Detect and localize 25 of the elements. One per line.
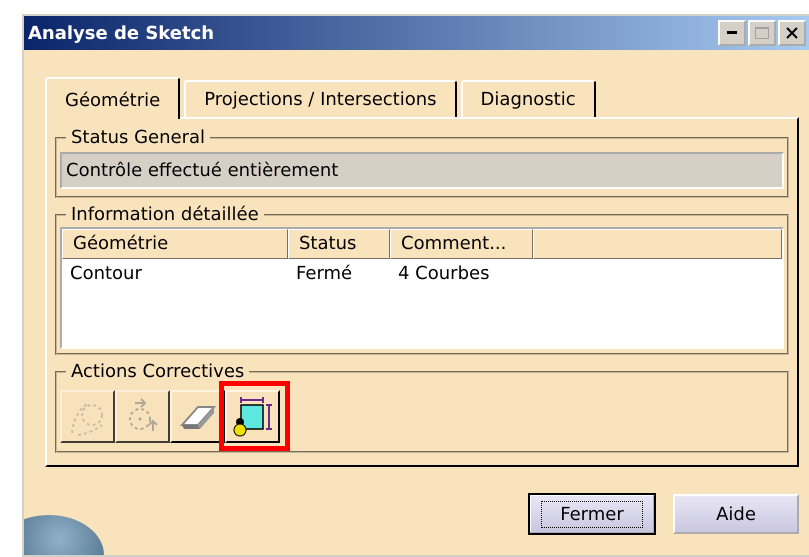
status-field: Contrôle effectué entièrement bbox=[60, 152, 784, 189]
dialog-button[interactable]: Fermer bbox=[529, 494, 655, 534]
minimize-button[interactable] bbox=[718, 20, 746, 46]
window-title: Analyse de Sketch bbox=[28, 22, 214, 44]
group-label: Actions Correctives bbox=[70, 361, 246, 382]
group-label: Information détaillée bbox=[70, 204, 260, 225]
column-header[interactable]: Comment... bbox=[390, 229, 533, 259]
corrective-action-button[interactable] bbox=[225, 390, 280, 443]
corrective-action-button[interactable] bbox=[170, 390, 225, 443]
group-label: Status General bbox=[70, 127, 206, 148]
minimize-icon bbox=[727, 31, 737, 35]
list-cell-text: Fermé bbox=[295, 263, 354, 284]
close-icon bbox=[786, 27, 798, 39]
dimension-constraint-icon bbox=[230, 394, 274, 438]
column-header[interactable]: Status bbox=[288, 229, 390, 259]
column-header[interactable]: Géométrie bbox=[62, 229, 288, 259]
column-header[interactable] bbox=[533, 229, 782, 259]
tab[interactable]: Géométrie bbox=[45, 77, 180, 119]
tab[interactable]: Projections / Intersections bbox=[184, 80, 457, 117]
close-button[interactable] bbox=[778, 20, 806, 46]
list-cell-text: 4 Courbes bbox=[397, 263, 490, 284]
maximize-icon bbox=[755, 27, 769, 39]
list-cell-text: Contour bbox=[69, 263, 143, 284]
dialog-button[interactable]: Aide bbox=[673, 494, 799, 534]
tab[interactable]: Diagnostic bbox=[460, 80, 596, 117]
